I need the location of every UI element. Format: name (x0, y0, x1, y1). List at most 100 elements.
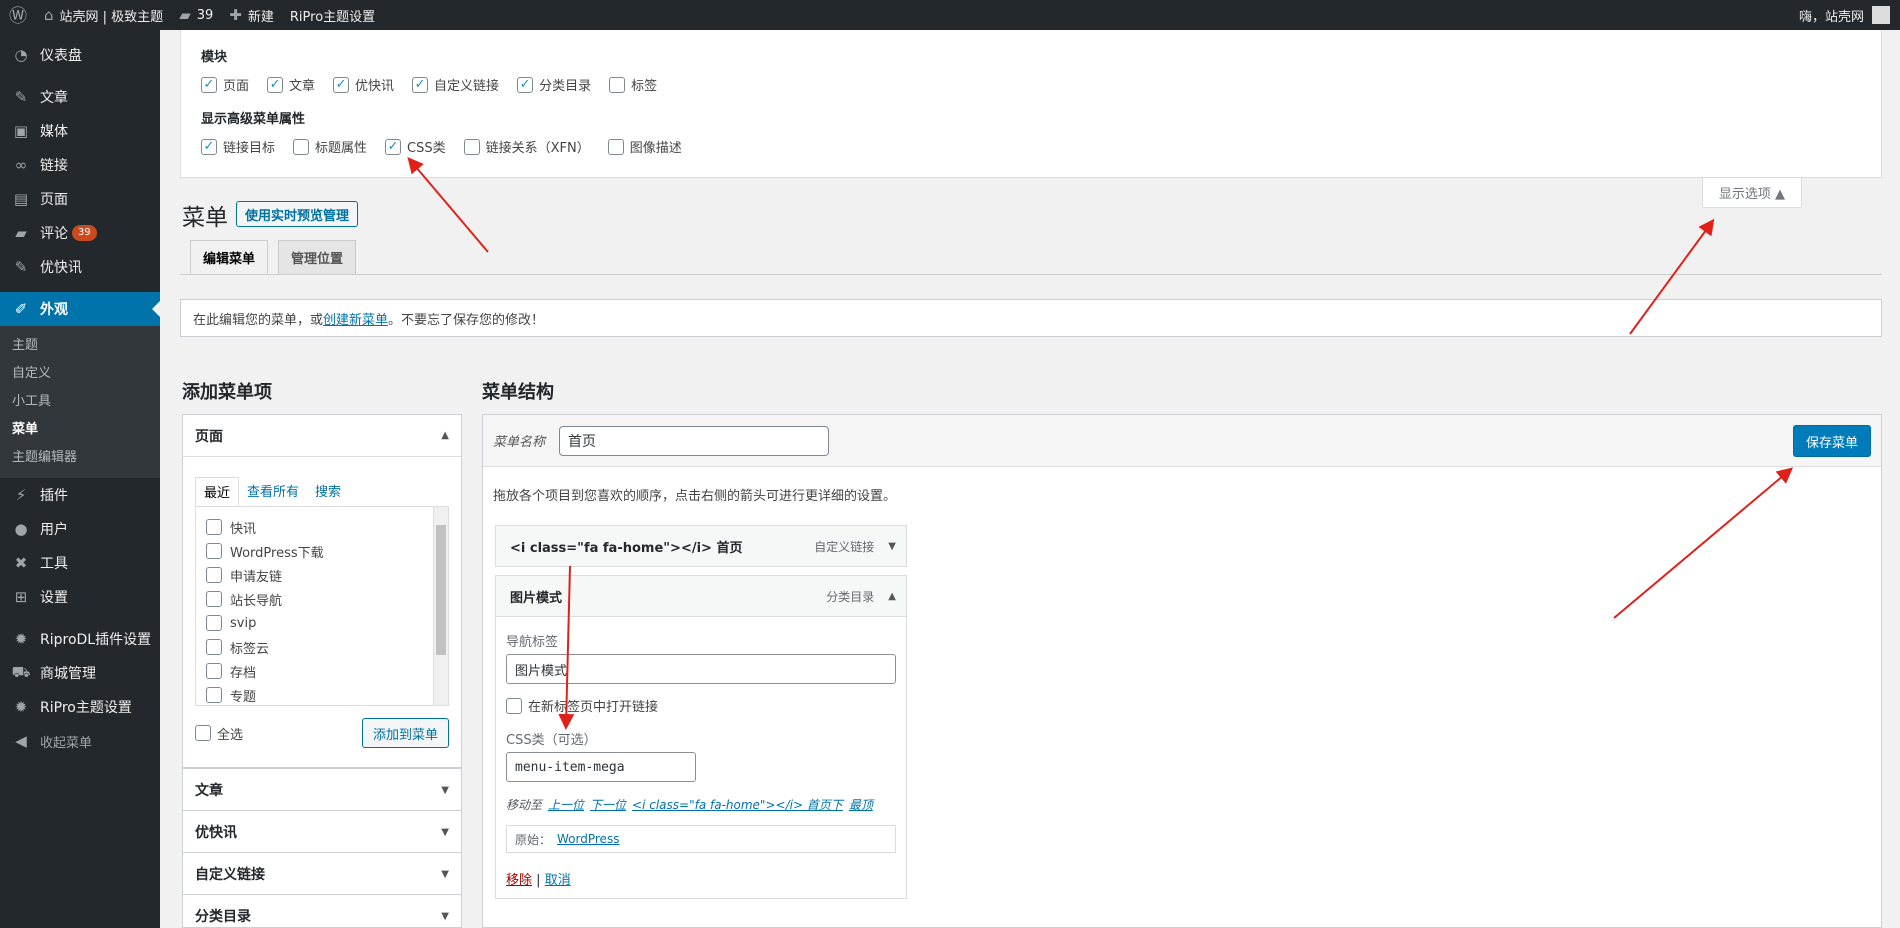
checkbox-box[interactable] (506, 697, 522, 714)
sidebar-item-plugins[interactable]: ⚡ 插件 (0, 478, 160, 512)
checkbox-box[interactable] (463, 138, 480, 155)
live-preview-button[interactable]: 使用实时预览管理 (236, 201, 359, 227)
checkbox-box[interactable] (206, 615, 222, 631)
site-name-link[interactable]: ⌂ 站壳网 | 极致主题 (36, 0, 171, 30)
user-greeting[interactable]: 嗨，站壳网 (1799, 6, 1900, 25)
checkbox-box[interactable] (206, 687, 222, 703)
sidebar-item-media[interactable]: ▣ 媒体 (0, 114, 160, 148)
checkmark-icon[interactable]: ✓ (201, 76, 217, 93)
submenu-item-themes[interactable]: 主题 (0, 332, 160, 360)
module-checkbox-1[interactable]: ✓ 文章 (267, 75, 315, 94)
remove-link[interactable]: 移除 (506, 873, 532, 888)
list-item[interactable]: WordPress下载 (206, 539, 438, 563)
checkmark-icon[interactable]: ✓ (267, 76, 284, 93)
list-item[interactable]: svip (206, 611, 438, 635)
submenu-item-customize[interactable]: 自定义 (0, 360, 160, 388)
advanced-checkbox-3[interactable]: 链接关系（XFN） (463, 137, 590, 156)
checkbox-box[interactable] (206, 567, 222, 583)
new-content-link[interactable]: ✚ 新建 (221, 0, 282, 30)
tab-manage-locations[interactable]: 管理位置 (278, 240, 357, 274)
checkbox-box[interactable] (293, 138, 310, 155)
checkbox-box[interactable] (609, 76, 626, 93)
open-new-tab-checkbox[interactable]: 在新标签页中打开链接 (506, 696, 896, 715)
sidebar-item-users[interactable]: ● 用户 (0, 512, 160, 546)
comments-link[interactable]: ▰ 39 (171, 0, 221, 30)
sidebar-item-posts[interactable]: ✎ 文章 (0, 80, 160, 114)
add-to-menu-button[interactable]: 添加到菜单 (361, 718, 449, 748)
list-item[interactable]: 存档 (206, 659, 438, 683)
tab-edit-menus[interactable]: 编辑菜单 (190, 240, 269, 274)
checkbox-box[interactable] (206, 543, 222, 559)
sidebar-item-settings[interactable]: ⊞ 设置 (0, 580, 160, 614)
module-checkbox-5[interactable]: 标签 (609, 75, 657, 94)
move-down-link[interactable]: 下一位 (590, 798, 626, 812)
sidebar-item-appearance[interactable]: ✐ 外观 (0, 292, 160, 326)
checkmark-icon[interactable]: ✓ (412, 76, 429, 93)
tab-search[interactable]: 搜索 (307, 477, 349, 506)
save-menu-button[interactable]: 保存菜单 (1792, 425, 1871, 457)
advanced-checkbox-2[interactable]: ✓ CSS类 (385, 137, 446, 156)
sidebar-item-riprodl[interactable]: ✹ RiproDL插件设置 (0, 622, 160, 656)
sidebar-item-pages[interactable]: ▤ 页面 (0, 182, 160, 216)
module-checkbox-3[interactable]: ✓ 自定义链接 (412, 75, 499, 94)
menu-item-image-mode-bar[interactable]: 图片模式 分类目录 ▲ (496, 576, 906, 616)
move-up-link[interactable]: 上一位 (548, 798, 584, 812)
submenu-item-widgets[interactable]: 小工具 (0, 388, 160, 416)
checkbox-box[interactable] (206, 519, 222, 535)
sidebar-item-shop[interactable]: ⛟ 商城管理 (0, 656, 160, 690)
list-item[interactable]: 快讯 (206, 515, 438, 539)
posts-accordion[interactable]: 文章 ▼ (182, 768, 462, 811)
scrollbar-thumb[interactable] (436, 525, 446, 655)
news-accordion[interactable]: 优快讯 ▼ (182, 810, 462, 853)
checkbox-box[interactable] (206, 639, 222, 655)
tab-view-all[interactable]: 查看所有 (239, 477, 307, 506)
checkmark-icon[interactable]: ✓ (333, 76, 350, 93)
tab-recent[interactable]: 最近 (195, 477, 240, 506)
list-item[interactable]: 站长导航 (206, 587, 438, 611)
submenu-item-theme-editor[interactable]: 主题编辑器 (0, 444, 160, 472)
submenu-item-menus[interactable]: 菜单 (0, 416, 160, 444)
sidebar-item-news[interactable]: ✎ 优快讯 (0, 250, 160, 284)
pages-accordion-header[interactable]: 页面 ▲ (183, 415, 461, 457)
advanced-checkbox-4[interactable]: 图像描述 (607, 137, 682, 156)
move-top-link[interactable]: 最顶 (849, 798, 873, 812)
module-checkbox-2[interactable]: ✓ 优快讯 (333, 75, 394, 94)
checkbox-box[interactable] (206, 591, 222, 607)
list-item[interactable]: 标签云 (206, 635, 438, 659)
module-checkbox-0[interactable]: ✓ 页面 (201, 75, 249, 94)
screen-options-toggle[interactable]: 显示选项 ▲ (1702, 178, 1802, 208)
select-all-checkbox[interactable]: 全选 (195, 724, 243, 743)
list-item[interactable]: 专题 (206, 683, 438, 705)
checkmark-icon[interactable]: ✓ (517, 76, 534, 93)
checkmark-icon[interactable]: ✓ (385, 138, 402, 155)
wordpress-logo-icon[interactable]: Ⓦ (0, 0, 36, 30)
custom-links-accordion[interactable]: 自定义链接 ▼ (182, 852, 462, 895)
sidebar-item-comments[interactable]: ▰ 评论 39 (0, 216, 160, 250)
checkbox-box[interactable] (607, 138, 624, 155)
advanced-checkbox-0[interactable]: ✓ 链接目标 (201, 137, 275, 156)
checkmark-icon[interactable]: ✓ (201, 138, 217, 155)
caret-down-icon[interactable]: ▼ (888, 541, 896, 552)
ripro-settings-link[interactable]: RiPro主题设置 (282, 0, 383, 30)
categories-accordion[interactable]: 分类目录 ▼ (182, 894, 462, 928)
checkbox-box[interactable] (195, 725, 211, 741)
advanced-checkbox-1[interactable]: 标题属性 (293, 137, 367, 156)
css-class-input[interactable]: menu-item-mega (506, 752, 696, 782)
list-item[interactable]: 申请友链 (206, 563, 438, 587)
checkbox-box[interactable] (206, 663, 222, 679)
nav-label-input[interactable]: 图片模式 (506, 654, 896, 684)
create-new-menu-link[interactable]: 创建新菜单 (323, 309, 388, 328)
sidebar-item-tools[interactable]: ✖ 工具 (0, 546, 160, 580)
cancel-link[interactable]: 取消 (545, 873, 571, 888)
checklist-scrollbar[interactable] (433, 507, 448, 705)
sidebar-item-dashboard[interactable]: ◔ 仪表盘 (0, 38, 160, 72)
menu-item-home-bar[interactable]: <i class="fa fa-home"></i> 首页 自定义链接 ▼ (496, 526, 906, 566)
caret-up-icon[interactable]: ▲ (888, 591, 896, 602)
sidebar-item-links[interactable]: ∞ 链接 (0, 148, 160, 182)
module-checkbox-4[interactable]: ✓ 分类目录 (517, 75, 591, 94)
original-link[interactable]: WordPress (557, 832, 619, 846)
collapse-menu-button[interactable]: ◀ 收起菜单 (0, 724, 160, 758)
menu-name-input[interactable]: 首页 (559, 425, 830, 456)
sidebar-item-ripro[interactable]: ✹ RiPro主题设置 (0, 690, 160, 724)
move-under-link[interactable]: <i class="fa fa-home"></i> 首页下 (632, 798, 843, 812)
